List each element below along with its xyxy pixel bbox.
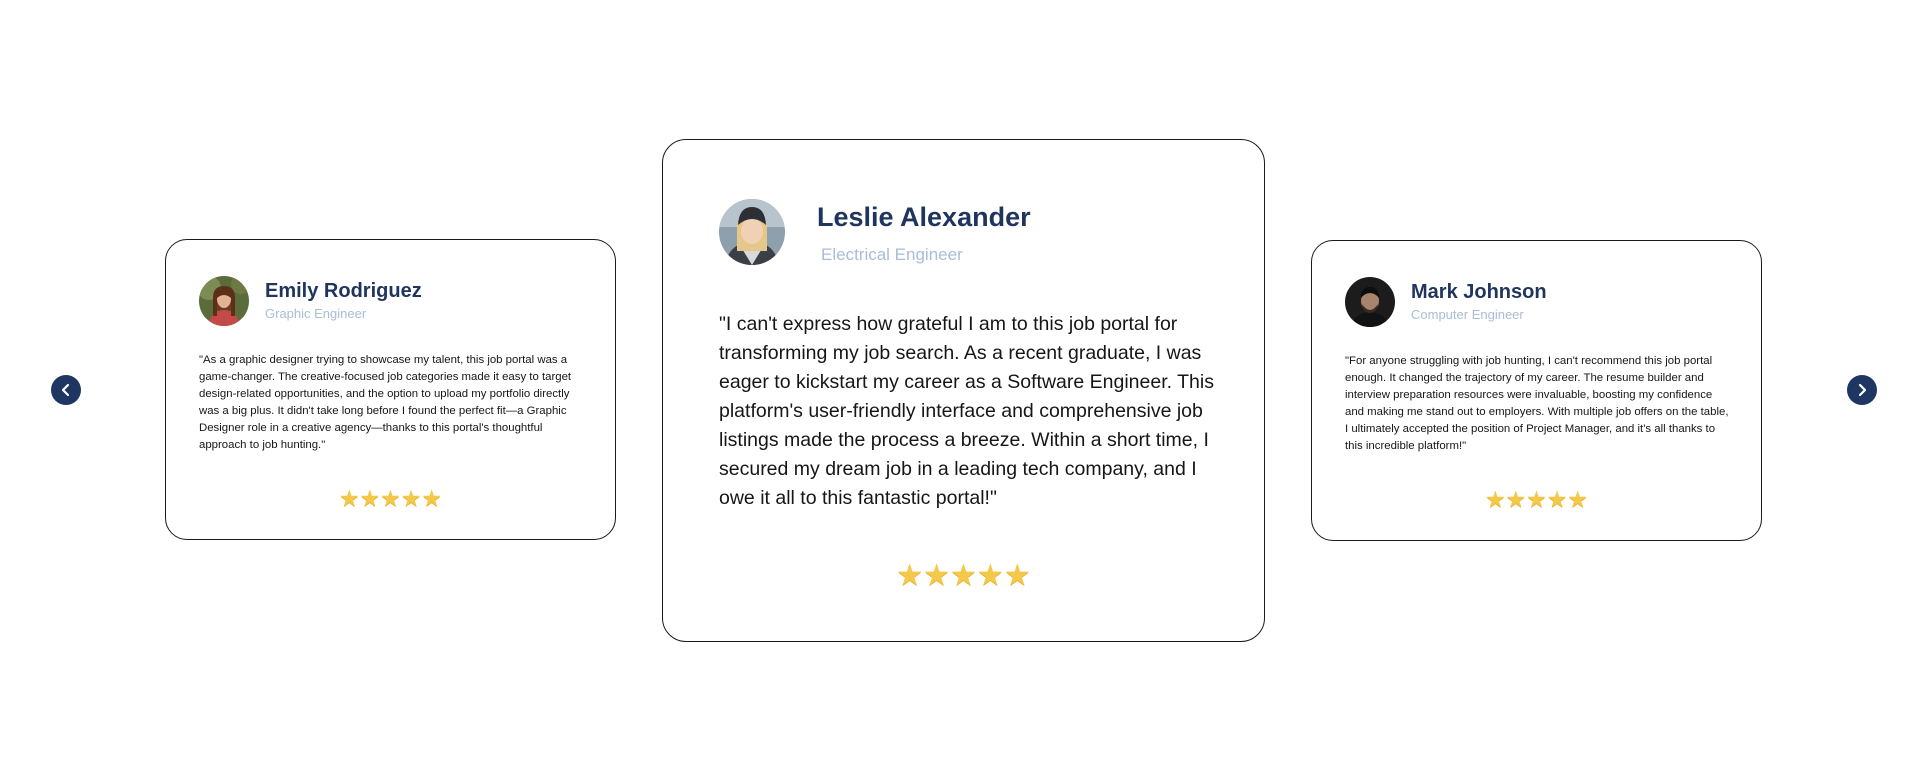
testimonial-card: Mark Johnson Computer Engineer "For anyo…	[1311, 240, 1762, 541]
avatar	[1345, 277, 1395, 327]
star-rating: ★★★★★	[896, 559, 1031, 592]
testimonial-card: Emily Rodriguez Graphic Engineer "As a g…	[165, 239, 616, 540]
testimonial-quote: "As a graphic designer trying to showcas…	[199, 354, 572, 451]
reviewer-role: Computer Engineer	[1411, 307, 1524, 322]
carousel-next-button[interactable]	[1847, 375, 1877, 405]
reviewer-role: Graphic Engineer	[265, 306, 367, 321]
testimonials-carousel: Emily Rodriguez Graphic Engineer "As a g…	[0, 0, 1920, 776]
avatar	[719, 199, 785, 265]
star-rating: ★★★★★	[338, 485, 443, 511]
star-rating: ★★★★★	[1484, 486, 1589, 512]
reviewer-name: Mark Johnson	[1411, 281, 1547, 303]
testimonial-card-active: Leslie Alexander Electrical Engineer "I …	[662, 139, 1265, 642]
testimonial-quote: "For anyone struggling with job hunting,…	[1345, 355, 1729, 452]
chevron-right-icon	[1858, 383, 1867, 397]
avatar	[199, 276, 249, 326]
reviewer-name: Emily Rodriguez	[265, 280, 422, 302]
reviewer-name: Leslie Alexander	[817, 202, 1031, 232]
testimonial-quote: "I can't express how grateful I am to th…	[719, 313, 1214, 509]
carousel-prev-button[interactable]	[51, 375, 81, 405]
reviewer-role: Electrical Engineer	[821, 245, 963, 264]
chevron-left-icon	[61, 383, 70, 397]
